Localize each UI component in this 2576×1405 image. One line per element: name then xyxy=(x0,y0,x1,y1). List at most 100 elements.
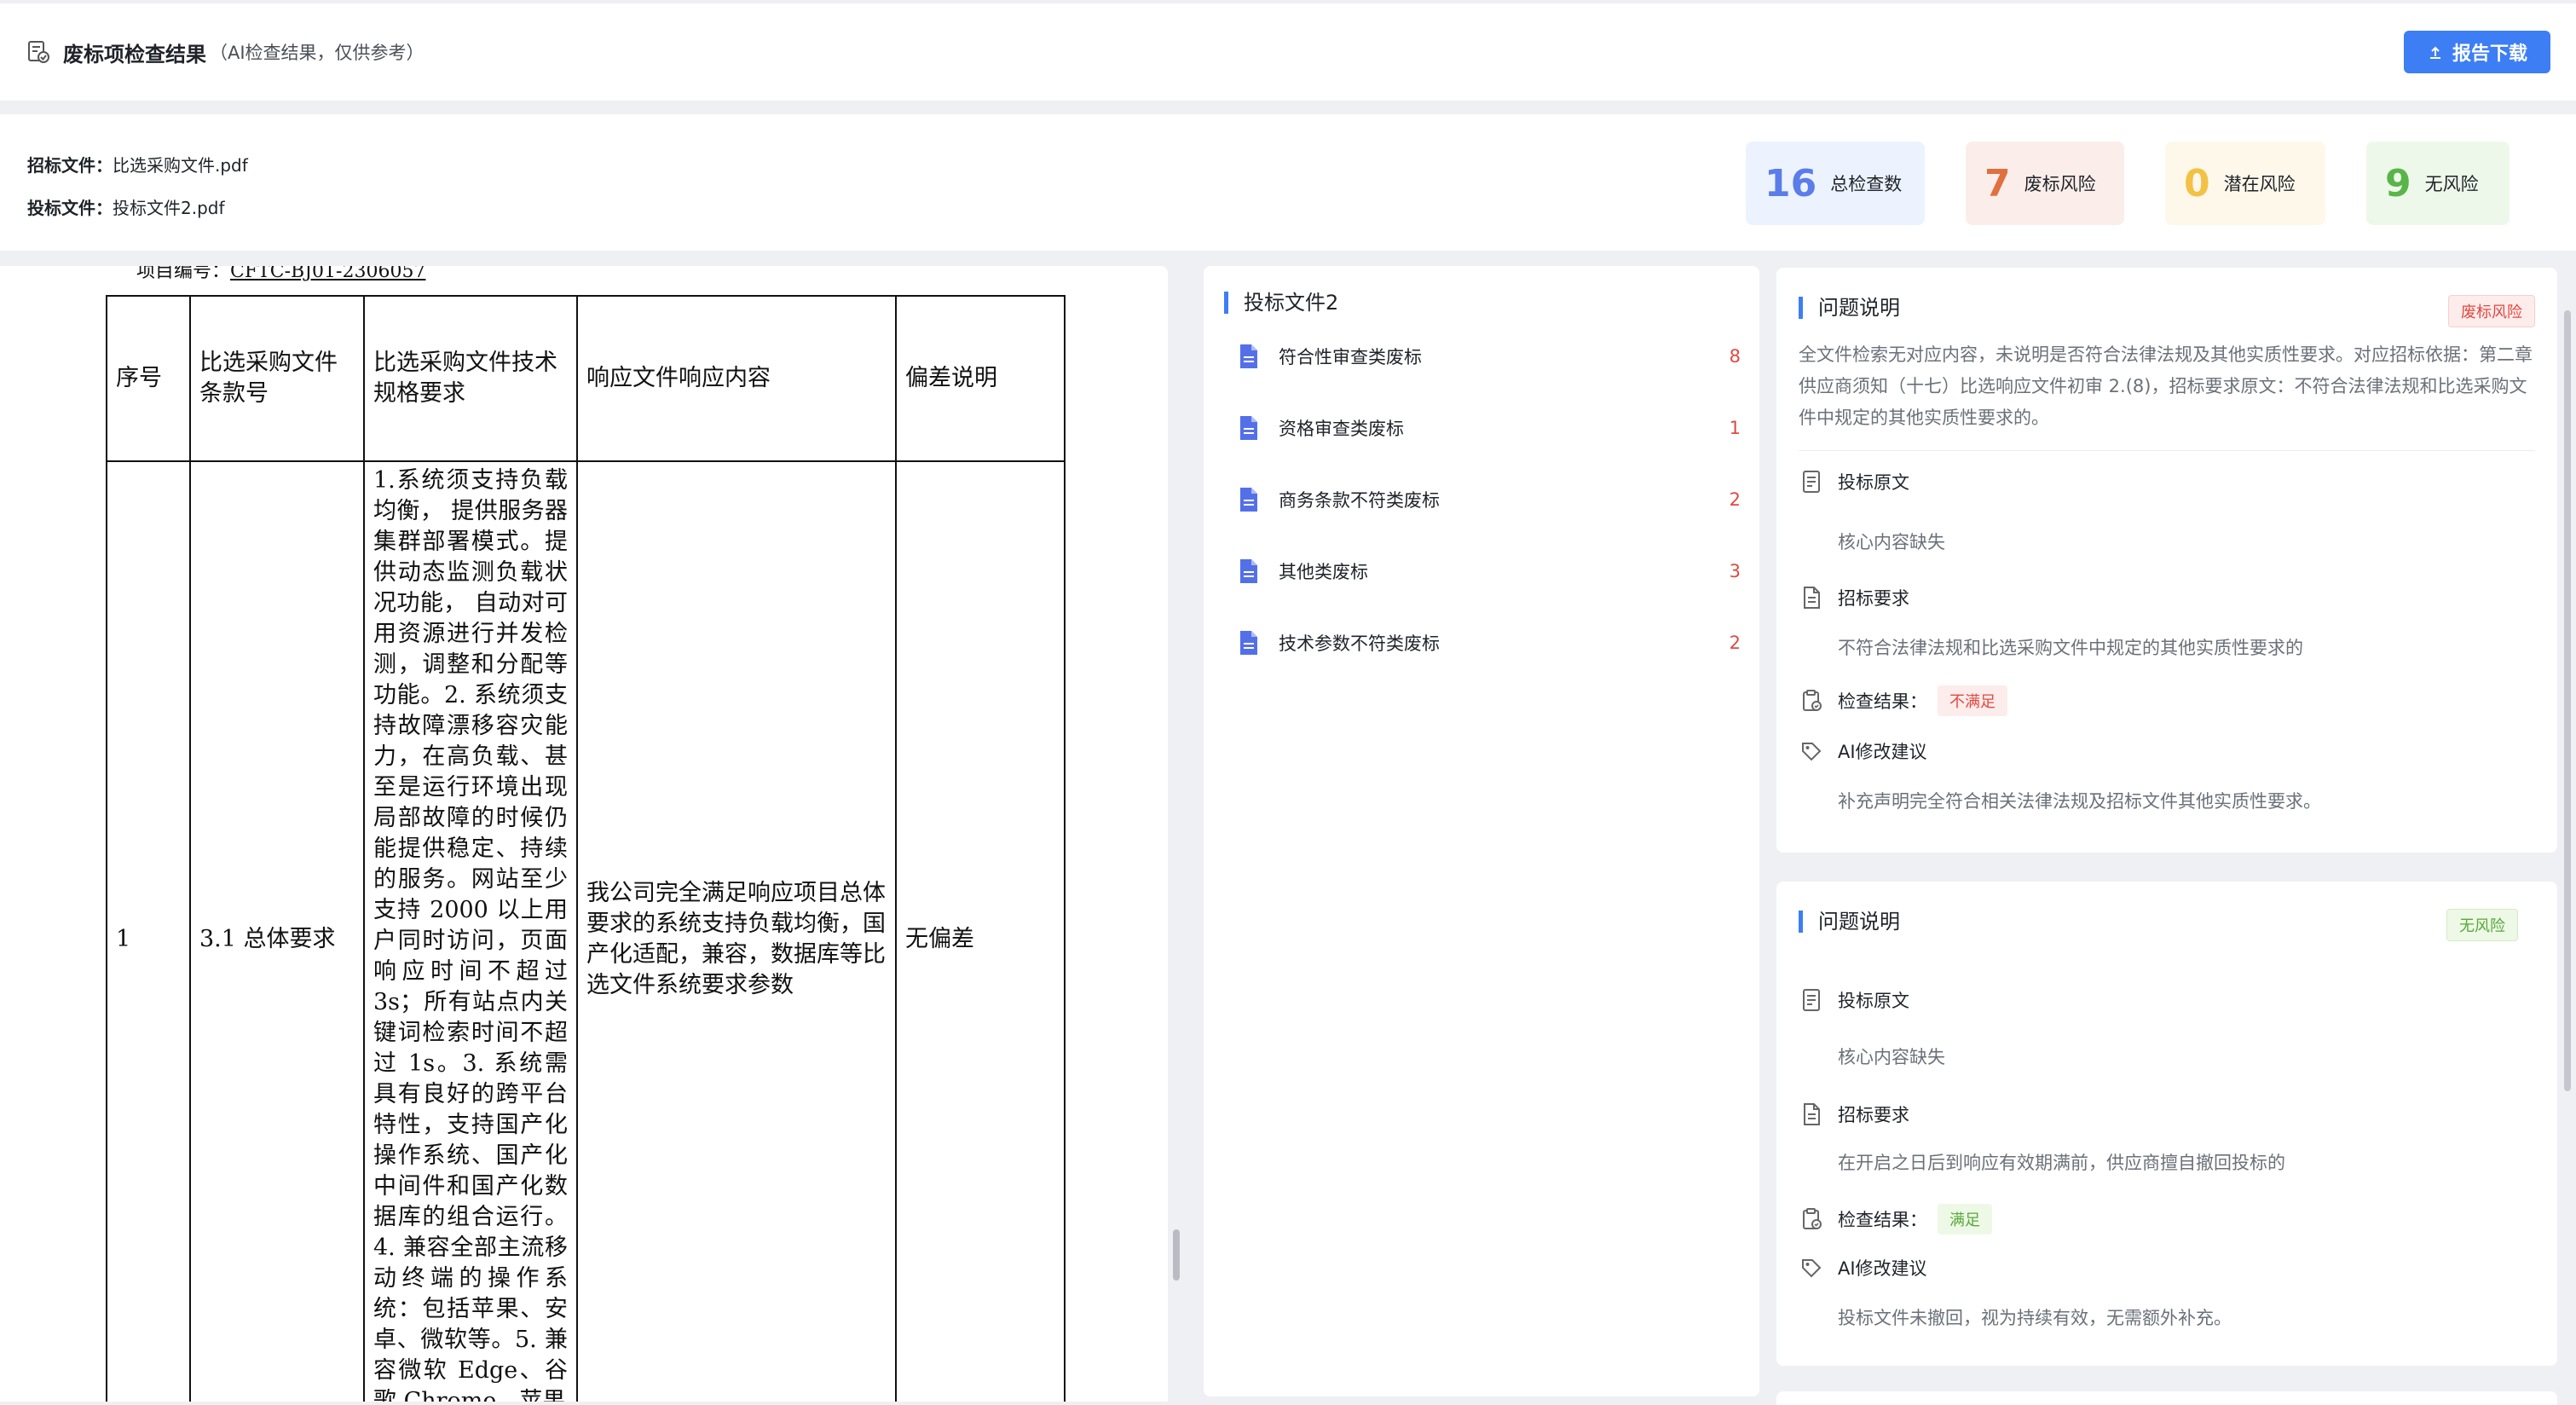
document-check-icon xyxy=(28,41,49,63)
issue-card-title: 问题说明 xyxy=(1799,911,1900,933)
cell-deviation: 无偏差 xyxy=(895,460,1066,1402)
list-item-count: 2 xyxy=(1729,489,1741,510)
col-header-deviation: 偏差说明 xyxy=(895,295,1066,462)
list-item-count: 8 xyxy=(1729,346,1741,367)
spec-table-header: 序号 比选采购文件条款号 比选采购文件技术规格要求 响应文件响应内容 偏差说明 xyxy=(106,295,1066,462)
list-item-label: 商务条款不符类废标 xyxy=(1279,490,1440,511)
document-icon xyxy=(1240,416,1257,440)
tender-req-heading: 招标要求 xyxy=(1799,585,1909,610)
col-header-response: 响应文件响应内容 xyxy=(576,295,897,462)
stat-no-risk-label: 无风险 xyxy=(2424,174,2479,194)
category-list-panel: 投标文件2 符合性审查类废标 8 资格审查类废标 1 商务条款不符类废标 2 其… xyxy=(1204,266,1759,1396)
cell-response: 我公司完全满足响应项目总体要求的系统支持负载均衡，国产化适配，兼容，数据库等比选… xyxy=(576,460,897,1402)
ai-suggestion-label: AI修改建议 xyxy=(1838,1258,1927,1279)
col-header-no: 序号 xyxy=(106,295,191,462)
tender-req-value: 不符合法律法规和比选采购文件中规定的其他实质性要求的 xyxy=(1838,638,2303,658)
spec-table: 序号 比选采购文件条款号 比选采购文件技术规格要求 响应文件响应内容 偏差说明 … xyxy=(106,295,1066,1402)
ai-suggestion-value: 补充声明完全符合相关法律法规及招标文件其他实质性要求。 xyxy=(1838,791,2321,812)
document-icon xyxy=(1240,488,1257,512)
tender-req-label: 招标要求 xyxy=(1838,1105,1909,1125)
report-download-button[interactable]: 报告下载 xyxy=(2404,31,2550,73)
bid-original-heading: 投标原文 xyxy=(1799,469,1909,494)
list-item[interactable]: 技术参数不符类废标 2 xyxy=(1238,626,1741,660)
list-item-count: 1 xyxy=(1729,418,1741,438)
list-item-count: 2 xyxy=(1729,633,1741,653)
col-header-requirement: 比选采购文件技术规格要求 xyxy=(363,295,578,462)
divider xyxy=(1799,450,2535,451)
check-result-heading: 检查结果： 满足 xyxy=(1799,1204,1992,1234)
cell-no: 1 xyxy=(106,460,191,1402)
risk-badge: 废标风险 xyxy=(2448,295,2535,327)
tag-icon xyxy=(1802,743,1822,761)
stat-total-label: 总检查数 xyxy=(1830,174,1903,194)
list-item[interactable]: 资格审查类废标 1 xyxy=(1238,411,1741,445)
bid-original-label: 投标原文 xyxy=(1838,991,1909,1011)
tender-file-name: 比选采购文件.pdf xyxy=(113,155,248,176)
document-page: 项目编号：CFTC-BJ01-2306057 序号 比选采购文件条款号 比选采购… xyxy=(0,266,1168,1402)
cell-clause: 3.1 总体要求 xyxy=(189,460,365,1402)
file-info-bar: 招标文件：比选采购文件.pdf 投标文件：投标文件2.pdf 16 总检查数 7… xyxy=(0,114,2576,251)
tag-icon xyxy=(1802,1259,1822,1278)
file-text-icon xyxy=(1803,471,1820,493)
stat-reject-num: 7 xyxy=(1984,161,2011,205)
document-icon xyxy=(1240,559,1257,583)
ai-suggestion-value: 投标文件未撤回，视为持续有效，无需额外补充。 xyxy=(1838,1308,2232,1328)
bid-file-line: 投标文件：投标文件2.pdf xyxy=(27,194,225,219)
bid-file-name: 投标文件2.pdf xyxy=(113,198,225,218)
ai-suggestion-heading: AI修改建议 xyxy=(1799,738,1927,764)
scrollbar[interactable] xyxy=(2564,310,2571,1091)
list-item-label: 技术参数不符类废标 xyxy=(1279,633,1440,654)
bid-original-value: 核心内容缺失 xyxy=(1838,532,1945,552)
stat-total: 16 总检查数 xyxy=(1746,142,1925,225)
issue-card-title: 问题说明 xyxy=(1799,297,1900,319)
file-text-icon xyxy=(1803,989,1820,1011)
stat-potential-num: 0 xyxy=(2184,161,2210,205)
issue-card: 问题说明 无风险 投标原文 核心内容缺失 招标要求 在开启之日后到响应有效期满前… xyxy=(1776,882,2557,1366)
issue-description: 全文件检索无对应内容，未说明是否符合法律法规及其他实质性要求。对应招标依据：第二… xyxy=(1799,344,2533,428)
list-item[interactable]: 符合性审查类废标 8 xyxy=(1238,339,1741,373)
check-result-badge: 满足 xyxy=(1938,1204,1992,1234)
project-number-label: 项目编号： xyxy=(136,266,231,282)
stat-reject-label: 废标风险 xyxy=(2024,174,2096,194)
file-lines-icon xyxy=(1804,587,1820,609)
file-lines-icon xyxy=(1804,1103,1820,1125)
risk-badge: 无风险 xyxy=(2446,909,2518,941)
cell-requirement-text: 1.系统须支持负载均衡， 提供服务器集群部署模式。提供动态监测负载状况功能， 自… xyxy=(373,467,568,1402)
bid-original-value: 核心内容缺失 xyxy=(1838,1047,1945,1067)
stat-potential-label: 潜在风险 xyxy=(2223,174,2296,194)
list-item-label: 资格审查类废标 xyxy=(1279,419,1404,439)
ai-suggestion-label: AI修改建议 xyxy=(1838,742,1927,762)
list-item-label: 其他类废标 xyxy=(1279,562,1368,582)
stat-reject-risk: 7 废标风险 xyxy=(1966,142,2124,225)
clipboard-check-icon xyxy=(1803,690,1822,711)
tender-req-label: 招标要求 xyxy=(1838,588,1909,609)
tender-file-line: 招标文件：比选采购文件.pdf xyxy=(27,152,248,176)
list-item[interactable]: 商务条款不符类废标 2 xyxy=(1238,483,1741,517)
list-item[interactable]: 其他类废标 3 xyxy=(1238,554,1741,588)
panel-resize-handle[interactable] xyxy=(1173,1229,1180,1281)
tender-file-key: 招标文件： xyxy=(27,155,113,176)
bid-original-label: 投标原文 xyxy=(1838,472,1909,493)
document-viewer[interactable]: 项目编号：CFTC-BJ01-2306057 序号 比选采购文件条款号 比选采购… xyxy=(0,266,1168,1402)
page-title: 废标项检查结果 xyxy=(63,42,206,66)
stat-no-risk: 9 无风险 xyxy=(2366,142,2510,225)
page-header: 废标项检查结果 （AI检查结果，仅供参考） 报告下载 xyxy=(0,3,2576,101)
table-row: 1 3.1 总体要求 1.系统须支持负载均衡， 提供服务器集群部署模式。提供动态… xyxy=(106,460,1066,1402)
stat-no-risk-num: 9 xyxy=(2385,161,2411,205)
document-icon xyxy=(1240,344,1257,368)
stat-total-num: 16 xyxy=(1765,161,1817,205)
report-download-label: 报告下载 xyxy=(2452,43,2527,65)
issue-card xyxy=(1776,1391,2557,1405)
tender-req-heading: 招标要求 xyxy=(1799,1101,1909,1127)
cell-requirement: 1.系统须支持负载均衡， 提供服务器集群部署模式。提供动态监测负载状况功能， 自… xyxy=(363,460,578,1402)
issue-card: 问题说明 废标风险 全文件检索无对应内容，未说明是否符合法律法规及其他实质性要求… xyxy=(1776,268,2557,853)
document-icon xyxy=(1240,631,1257,655)
project-number: 项目编号：CFTC-BJ01-2306057 xyxy=(136,266,425,283)
list-title: 投标文件2 xyxy=(1224,292,1338,314)
col-header-clause: 比选采购文件条款号 xyxy=(189,295,365,462)
project-number-value: CFTC-BJ01-2306057 xyxy=(230,266,426,282)
check-result-label: 检查结果： xyxy=(1838,1210,1927,1230)
page-subtitle: （AI检查结果，仅供参考） xyxy=(210,43,425,63)
clipboard-check-icon xyxy=(1803,1208,1822,1229)
check-result-label: 检查结果： xyxy=(1838,691,1927,712)
